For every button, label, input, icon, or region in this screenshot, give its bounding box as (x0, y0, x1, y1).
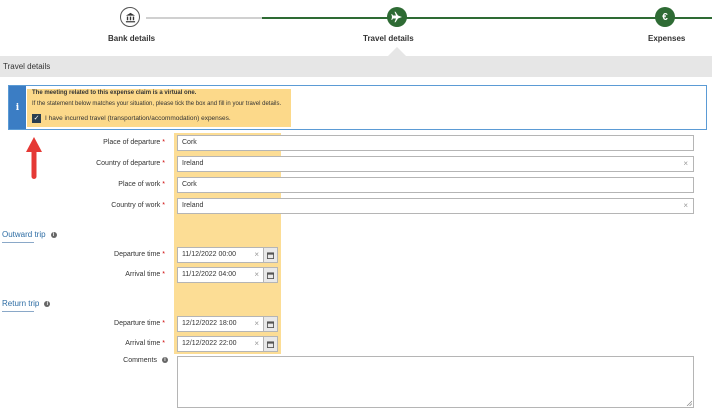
info-icon[interactable]: i (162, 357, 168, 364)
euro-icon[interactable]: € (655, 7, 675, 27)
outward-trip-underline (2, 242, 34, 243)
clear-icon[interactable]: × (254, 317, 259, 331)
info-icon[interactable]: i (44, 300, 51, 307)
calendar-icon[interactable] (264, 247, 278, 263)
plane-icon[interactable] (387, 7, 407, 27)
outward-arrival-value: 11/12/2022 04:00 (182, 271, 236, 278)
place-of-departure-label: Place of departure * (103, 139, 165, 146)
place-of-work-input[interactable]: Cork (177, 177, 694, 193)
return-departure-input[interactable]: 12/12/2022 18:00 × (177, 316, 264, 332)
return-arrival-label: Arrival time * (125, 340, 165, 347)
country-of-work-value: Ireland (182, 202, 204, 209)
step-label-travel-details[interactable]: Travel details (363, 34, 414, 43)
country-of-work-label: Country of work * (111, 202, 165, 209)
clear-icon[interactable]: × (683, 157, 688, 171)
return-arrival-value: 12/12/2022 22:00 (182, 340, 237, 347)
return-departure-value: 12/12/2022 18:00 (182, 320, 237, 327)
expense-claim-form: Bank details Travel details € Expenses T… (0, 0, 712, 412)
place-of-departure-input[interactable]: Cork (177, 135, 694, 151)
notice-text: If the statement below matches your situ… (32, 101, 282, 107)
info-icon[interactable]: i (50, 231, 57, 238)
progress-stepper: Bank details Travel details € Expenses (0, 0, 712, 56)
return-arrival-input[interactable]: 12/12/2022 22:00 × (177, 336, 264, 352)
country-of-work-select[interactable]: Ireland × (177, 198, 694, 214)
comments-label: Comments i (123, 357, 168, 364)
outward-arrival-input[interactable]: 11/12/2022 04:00 × (177, 267, 264, 283)
section-header: Travel details (0, 56, 712, 77)
step-label-expenses[interactable]: Expenses (648, 34, 685, 43)
place-of-work-label: Place of work * (118, 181, 165, 188)
outward-departure-value: 11/12/2022 00:00 (182, 251, 236, 258)
country-of-departure-label: Country of departure * (96, 160, 165, 167)
country-of-departure-value: Ireland (182, 160, 204, 167)
calendar-icon[interactable] (264, 267, 278, 283)
step-label-bank-details[interactable]: Bank details (108, 34, 155, 43)
outward-departure-input[interactable]: 11/12/2022 00:00 × (177, 247, 264, 263)
section-title: Travel details (3, 62, 51, 71)
clear-icon[interactable]: × (254, 268, 259, 282)
current-step-pointer (388, 47, 406, 56)
return-trip-underline (2, 311, 34, 312)
country-of-departure-select[interactable]: Ireland × (177, 156, 694, 172)
clear-icon[interactable]: × (683, 199, 688, 213)
step-connector-2 (262, 17, 712, 19)
step-connector-1 (146, 17, 262, 19)
calendar-icon[interactable] (264, 316, 278, 332)
bank-icon[interactable] (120, 7, 140, 27)
calendar-icon[interactable] (264, 336, 278, 352)
return-trip-heading: Return trip i (2, 299, 51, 308)
outward-trip-heading: Outward trip i (2, 230, 57, 239)
red-arrow-icon (26, 137, 42, 179)
travel-expenses-checkbox-label[interactable]: I have incurred travel (transportation/a… (45, 115, 231, 122)
clear-icon[interactable]: × (254, 248, 259, 262)
notice-title: The meeting related to this expense clai… (32, 90, 197, 96)
outward-departure-label: Departure time * (114, 251, 165, 258)
resize-handle-icon[interactable] (686, 400, 692, 406)
return-departure-label: Departure time * (114, 320, 165, 327)
comments-textarea[interactable] (177, 356, 694, 408)
outward-arrival-label: Arrival time * (125, 271, 165, 278)
clear-icon[interactable]: × (254, 337, 259, 351)
travel-expenses-checkbox[interactable]: ✓ (32, 114, 41, 123)
info-icon: i (9, 86, 26, 129)
